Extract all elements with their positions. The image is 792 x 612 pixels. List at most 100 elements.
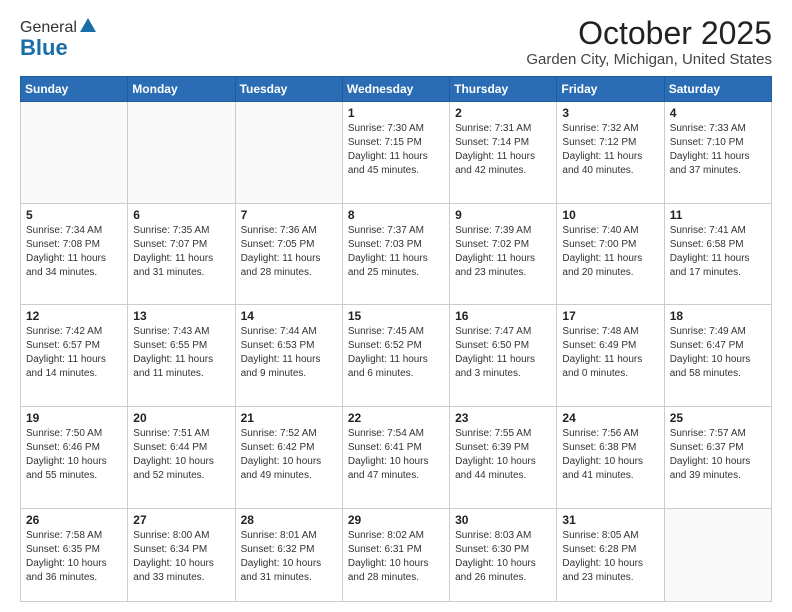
table-row: 15 Sunrise: 7:45 AM Sunset: 6:52 PM Dayli… [342,305,449,407]
table-row: 9 Sunrise: 7:39 AM Sunset: 7:02 PM Daylig… [450,203,557,305]
col-wednesday: Wednesday [342,77,449,102]
table-row: 17Sunrise: 7:48 AM Sunset: 6:49 PM Dayli… [557,305,664,407]
table-row: 2 Sunrise: 7:31 AM Sunset: 7:14 PM Daylig… [450,102,557,204]
day-info: Sunrise: 8:00 AM Sunset: 6:34 PM Dayligh… [133,529,229,585]
col-friday: Friday [557,77,664,102]
day-number: 11 [670,208,766,222]
table-row: 14 Sunrise: 7:44 AM Sunset: 6:53 PM Dayli… [235,305,342,407]
logo-blue-text: Blue [20,35,68,61]
day-number: 24 [562,411,658,425]
table-row: 29Sunrise: 8:02 AM Sunset: 6:31 PM Dayli… [342,508,449,602]
day-number: 23 [455,411,551,425]
table-row: 1 Sunrise: 7:30 AM Sunset: 7:15 PM Daylig… [342,102,449,204]
day-number: 4 [670,106,766,120]
table-row: 25Sunrise: 7:57 AM Sunset: 6:37 PM Dayli… [664,406,771,508]
col-thursday: Thursday [450,77,557,102]
day-info: Sunrise: 7:44 AM Sunset: 6:53 PM Dayligh… [241,325,337,381]
table-row: 27Sunrise: 8:00 AM Sunset: 6:34 PM Dayli… [128,508,235,602]
day-info: Sunrise: 7:42 AM Sunset: 6:57 PM Dayligh… [26,325,122,381]
calendar-week-row: 26 Sunrise: 7:58 AM Sunset: 6:35 PM Dayli… [21,508,772,602]
day-info: Sunrise: 7:36 AM Sunset: 7:05 PM Dayligh… [241,224,337,280]
day-number: 1 [348,106,444,120]
day-number: 29 [348,513,444,527]
calendar-week-row: 5Sunrise: 7:34 AM Sunset: 7:08 PM Daylig… [21,203,772,305]
day-info: Sunrise: 8:03 AM Sunset: 6:30 PM Dayligh… [455,529,551,585]
day-info: Sunrise: 7:32 AM Sunset: 7:12 PM Dayligh… [562,122,658,178]
calendar-header-row: Sunday Monday Tuesday Wednesday Thursday… [21,77,772,102]
day-info: Sunrise: 7:31 AM Sunset: 7:14 PM Dayligh… [455,122,551,178]
table-row: 30Sunrise: 8:03 AM Sunset: 6:30 PM Dayli… [450,508,557,602]
day-info: Sunrise: 7:40 AM Sunset: 7:00 PM Dayligh… [562,224,658,280]
day-number: 14 [241,309,337,323]
page: General Blue October 2025 Garden City, M… [0,0,792,612]
calendar-table: Sunday Monday Tuesday Wednesday Thursday… [20,76,772,602]
day-number: 15 [348,309,444,323]
day-info: Sunrise: 7:30 AM Sunset: 7:15 PM Dayligh… [348,122,444,178]
day-info: Sunrise: 8:01 AM Sunset: 6:32 PM Dayligh… [241,529,337,585]
day-info: Sunrise: 7:39 AM Sunset: 7:02 PM Dayligh… [455,224,551,280]
header: General Blue October 2025 Garden City, M… [20,16,772,68]
day-number: 19 [26,411,122,425]
logo-icon [79,16,97,34]
day-info: Sunrise: 7:34 AM Sunset: 7:08 PM Dayligh… [26,224,122,280]
day-number: 16 [455,309,551,323]
table-row: 24 Sunrise: 7:56 AM Sunset: 6:38 PM Dayli… [557,406,664,508]
table-row: 3Sunrise: 7:32 AM Sunset: 7:12 PM Daylig… [557,102,664,204]
col-tuesday: Tuesday [235,77,342,102]
table-row: 11Sunrise: 7:41 AM Sunset: 6:58 PM Dayli… [664,203,771,305]
col-monday: Monday [128,77,235,102]
day-number: 12 [26,309,122,323]
day-number: 6 [133,208,229,222]
day-info: Sunrise: 7:47 AM Sunset: 6:50 PM Dayligh… [455,325,551,381]
day-number: 25 [670,411,766,425]
logo: General Blue [20,16,97,61]
day-info: Sunrise: 8:05 AM Sunset: 6:28 PM Dayligh… [562,529,658,585]
location-title: Garden City, Michigan, United States [526,51,772,68]
table-row: 28 Sunrise: 8:01 AM Sunset: 6:32 PM Dayli… [235,508,342,602]
table-row [21,102,128,204]
table-row: 7 Sunrise: 7:36 AM Sunset: 7:05 PM Daylig… [235,203,342,305]
day-info: Sunrise: 7:50 AM Sunset: 6:46 PM Dayligh… [26,427,122,483]
table-row: 18Sunrise: 7:49 AM Sunset: 6:47 PM Dayli… [664,305,771,407]
day-number: 2 [455,106,551,120]
table-row: 8Sunrise: 7:37 AM Sunset: 7:03 PM Daylig… [342,203,449,305]
table-row: 31Sunrise: 8:05 AM Sunset: 6:28 PM Dayli… [557,508,664,602]
day-info: Sunrise: 7:56 AM Sunset: 6:38 PM Dayligh… [562,427,658,483]
day-info: Sunrise: 7:45 AM Sunset: 6:52 PM Dayligh… [348,325,444,381]
table-row: 22Sunrise: 7:54 AM Sunset: 6:41 PM Dayli… [342,406,449,508]
calendar-week-row: 1 Sunrise: 7:30 AM Sunset: 7:15 PM Daylig… [21,102,772,204]
table-row: 20 Sunrise: 7:51 AM Sunset: 6:44 PM Dayli… [128,406,235,508]
table-row: 26 Sunrise: 7:58 AM Sunset: 6:35 PM Dayli… [21,508,128,602]
day-info: Sunrise: 7:55 AM Sunset: 6:39 PM Dayligh… [455,427,551,483]
title-block: October 2025 Garden City, Michigan, Unit… [526,16,772,68]
calendar-week-row: 19 Sunrise: 7:50 AM Sunset: 6:46 PM Dayli… [21,406,772,508]
day-info: Sunrise: 7:51 AM Sunset: 6:44 PM Dayligh… [133,427,229,483]
calendar-week-row: 12 Sunrise: 7:42 AM Sunset: 6:57 PM Dayli… [21,305,772,407]
table-row: 16 Sunrise: 7:47 AM Sunset: 6:50 PM Dayli… [450,305,557,407]
table-row [128,102,235,204]
table-row: 5Sunrise: 7:34 AM Sunset: 7:08 PM Daylig… [21,203,128,305]
day-number: 28 [241,513,337,527]
table-row [235,102,342,204]
table-row [664,508,771,602]
day-info: Sunrise: 7:33 AM Sunset: 7:10 PM Dayligh… [670,122,766,178]
day-info: Sunrise: 7:43 AM Sunset: 6:55 PM Dayligh… [133,325,229,381]
logo-general-text: General [20,19,77,37]
day-number: 9 [455,208,551,222]
table-row: 13Sunrise: 7:43 AM Sunset: 6:55 PM Dayli… [128,305,235,407]
table-row: 23 Sunrise: 7:55 AM Sunset: 6:39 PM Dayli… [450,406,557,508]
col-saturday: Saturday [664,77,771,102]
day-number: 21 [241,411,337,425]
day-number: 17 [562,309,658,323]
table-row: 6Sunrise: 7:35 AM Sunset: 7:07 PM Daylig… [128,203,235,305]
table-row: 19 Sunrise: 7:50 AM Sunset: 6:46 PM Dayli… [21,406,128,508]
table-row: 10 Sunrise: 7:40 AM Sunset: 7:00 PM Dayli… [557,203,664,305]
day-number: 10 [562,208,658,222]
day-number: 7 [241,208,337,222]
day-number: 20 [133,411,229,425]
day-info: Sunrise: 7:58 AM Sunset: 6:35 PM Dayligh… [26,529,122,585]
day-number: 26 [26,513,122,527]
table-row: 12 Sunrise: 7:42 AM Sunset: 6:57 PM Dayli… [21,305,128,407]
day-info: Sunrise: 7:54 AM Sunset: 6:41 PM Dayligh… [348,427,444,483]
day-number: 8 [348,208,444,222]
